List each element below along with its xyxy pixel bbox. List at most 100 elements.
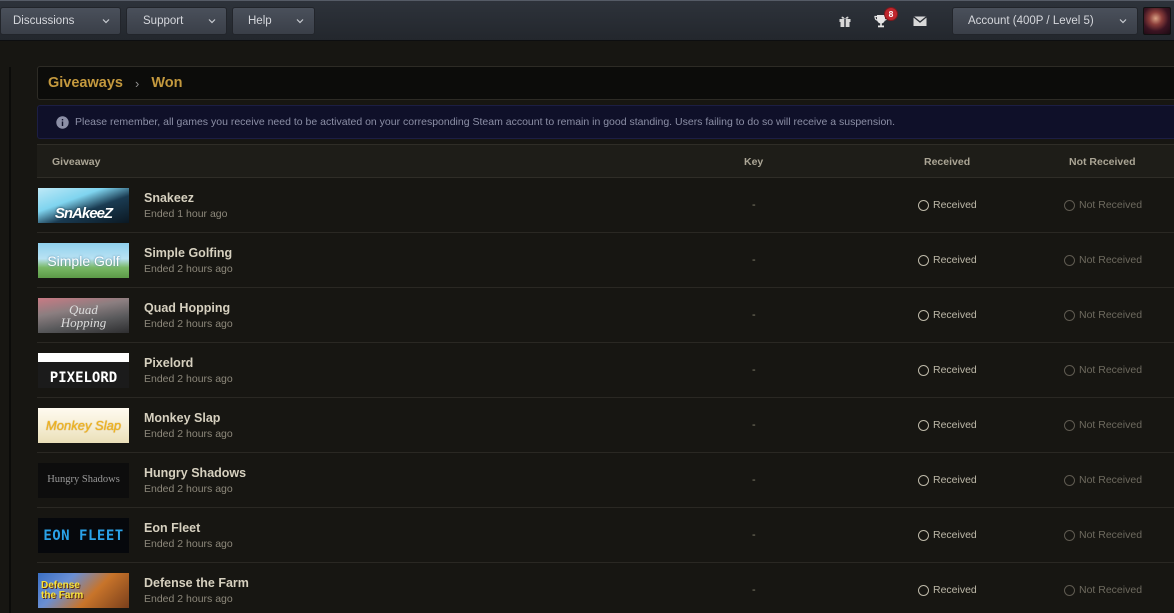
game-name-link[interactable]: Defense the Farm xyxy=(144,576,249,590)
received-label: Received xyxy=(933,529,977,541)
key-value: - xyxy=(752,364,756,376)
table-row: PIXELORD Pixelord Ended 2 hours ago - Re… xyxy=(37,343,1174,398)
not-received-label: Not Received xyxy=(1079,309,1143,321)
column-header-giveaway: Giveaway xyxy=(52,156,101,168)
table-row: Defense the Farm Defense the Farm Ended … xyxy=(37,563,1174,613)
help-dropdown[interactable]: Help xyxy=(232,7,315,35)
received-label: Received xyxy=(933,199,977,211)
ended-time: Ended 2 hours ago xyxy=(144,428,233,440)
not-received-radio[interactable]: Not Received xyxy=(1064,309,1142,321)
thumbnail-text: Quad Hopping xyxy=(60,301,107,330)
radio-circle-icon xyxy=(1064,309,1075,321)
column-header-received: Received xyxy=(924,156,971,168)
game-thumbnail[interactable]: Monkey Slap xyxy=(38,408,129,443)
game-name-link[interactable]: Simple Golfing xyxy=(144,246,232,260)
account-dropdown[interactable]: Account (400P / Level 5) xyxy=(952,7,1138,35)
game-name-link[interactable]: Snakeez xyxy=(144,191,194,205)
game-thumbnail[interactable]: Defense the Farm xyxy=(38,573,129,608)
chevron-down-icon xyxy=(208,19,216,24)
table-row: SnAkeeZ Snakeez Ended 1 hour ago - Recei… xyxy=(37,178,1174,233)
not-received-label: Not Received xyxy=(1079,474,1143,486)
activation-notice: Please remember, all games you receive n… xyxy=(37,105,1174,139)
not-received-label: Not Received xyxy=(1079,254,1143,266)
game-thumbnail[interactable]: PIXELORD xyxy=(38,353,129,388)
game-thumbnail[interactable]: EON FLEET xyxy=(38,518,129,553)
received-label: Received xyxy=(933,364,977,376)
key-value: - xyxy=(752,474,756,486)
not-received-radio[interactable]: Not Received xyxy=(1064,199,1142,211)
table-row: EON FLEET Eon Fleet Ended 2 hours ago - … xyxy=(37,508,1174,563)
ended-time: Ended 2 hours ago xyxy=(144,373,233,385)
help-label: Help xyxy=(248,15,272,27)
table-row: Quad Hopping Quad Hopping Ended 2 hours … xyxy=(37,288,1174,343)
received-radio[interactable]: Received xyxy=(918,529,977,541)
not-received-radio[interactable]: Not Received xyxy=(1064,419,1142,431)
game-name-link[interactable]: Eon Fleet xyxy=(144,521,200,535)
radio-circle-icon xyxy=(918,309,929,321)
received-radio[interactable]: Received xyxy=(918,254,977,266)
account-label: Account (400P / Level 5) xyxy=(968,15,1094,27)
top-navigation-bar: Discussions Support Help 8 Account (400P… xyxy=(0,0,1174,41)
not-received-radio[interactable]: Not Received xyxy=(1064,254,1142,266)
ended-time: Ended 2 hours ago xyxy=(144,483,233,495)
game-name-link[interactable]: Pixelord xyxy=(144,356,193,370)
received-radio[interactable]: Received xyxy=(918,474,977,486)
thumbnail-text: Monkey Slap xyxy=(45,418,122,433)
gift-icon[interactable] xyxy=(837,13,853,29)
game-name-link[interactable]: Hungry Shadows xyxy=(144,466,246,480)
column-header-key: Key xyxy=(744,156,764,168)
radio-circle-icon xyxy=(1064,254,1075,266)
game-thumbnail[interactable]: Quad Hopping xyxy=(38,298,129,333)
radio-circle-icon xyxy=(1064,529,1075,541)
game-thumbnail[interactable]: Hungry Shadows xyxy=(38,463,129,498)
ended-time: Ended 2 hours ago xyxy=(144,318,233,330)
not-received-radio[interactable]: Not Received xyxy=(1064,529,1142,541)
received-label: Received xyxy=(933,309,977,321)
received-radio[interactable]: Received xyxy=(918,309,977,321)
key-value: - xyxy=(752,199,756,211)
chevron-down-icon xyxy=(1119,19,1127,24)
notice-text: Please remember, all games you receive n… xyxy=(75,116,896,128)
not-received-radio[interactable]: Not Received xyxy=(1064,474,1142,486)
received-radio[interactable]: Received xyxy=(918,364,977,376)
chevron-down-icon xyxy=(296,19,304,24)
thumbnail-text: SnAkeeZ xyxy=(54,205,113,222)
support-label: Support xyxy=(143,15,184,27)
received-radio[interactable]: Received xyxy=(918,419,977,431)
ended-time: Ended 2 hours ago xyxy=(144,263,233,275)
game-name-link[interactable]: Monkey Slap xyxy=(144,411,220,425)
key-value: - xyxy=(752,254,756,266)
thumbnail-text: Simple Golf xyxy=(47,252,120,269)
envelope-icon[interactable] xyxy=(912,13,928,29)
avatar[interactable] xyxy=(1143,7,1171,35)
table-row: Hungry Shadows Hungry Shadows Ended 2 ho… xyxy=(37,453,1174,508)
not-received-label: Not Received xyxy=(1079,364,1143,376)
discussions-label: Discussions xyxy=(13,15,75,27)
received-radio[interactable]: Received xyxy=(918,199,977,211)
radio-circle-icon xyxy=(918,419,929,431)
key-value: - xyxy=(752,309,756,321)
game-name-link[interactable]: Quad Hopping xyxy=(144,301,230,315)
breadcrumb-giveaways-link[interactable]: Giveaways xyxy=(48,75,123,91)
received-label: Received xyxy=(933,584,977,596)
page-title[interactable]: Won xyxy=(151,75,182,91)
radio-circle-icon xyxy=(918,199,929,211)
not-received-label: Not Received xyxy=(1079,584,1143,596)
received-label: Received xyxy=(933,419,977,431)
table-header: Giveaway Key Received Not Received xyxy=(37,144,1174,178)
not-received-radio[interactable]: Not Received xyxy=(1064,584,1142,596)
radio-circle-icon xyxy=(1064,199,1075,211)
support-dropdown[interactable]: Support xyxy=(126,7,227,35)
game-thumbnail[interactable]: SnAkeeZ xyxy=(38,188,129,223)
sidebar-divider xyxy=(9,67,11,613)
not-received-radio[interactable]: Not Received xyxy=(1064,364,1142,376)
thumbnail-text: Hungry Shadows xyxy=(47,474,120,486)
radio-circle-icon xyxy=(918,254,929,266)
key-value: - xyxy=(752,584,756,596)
discussions-dropdown[interactable]: Discussions xyxy=(0,7,121,35)
not-received-label: Not Received xyxy=(1079,199,1143,211)
not-received-label: Not Received xyxy=(1079,529,1143,541)
game-thumbnail[interactable]: Simple Golf xyxy=(38,243,129,278)
table-row: Simple Golf Simple Golfing Ended 2 hours… xyxy=(37,233,1174,288)
received-radio[interactable]: Received xyxy=(918,584,977,596)
